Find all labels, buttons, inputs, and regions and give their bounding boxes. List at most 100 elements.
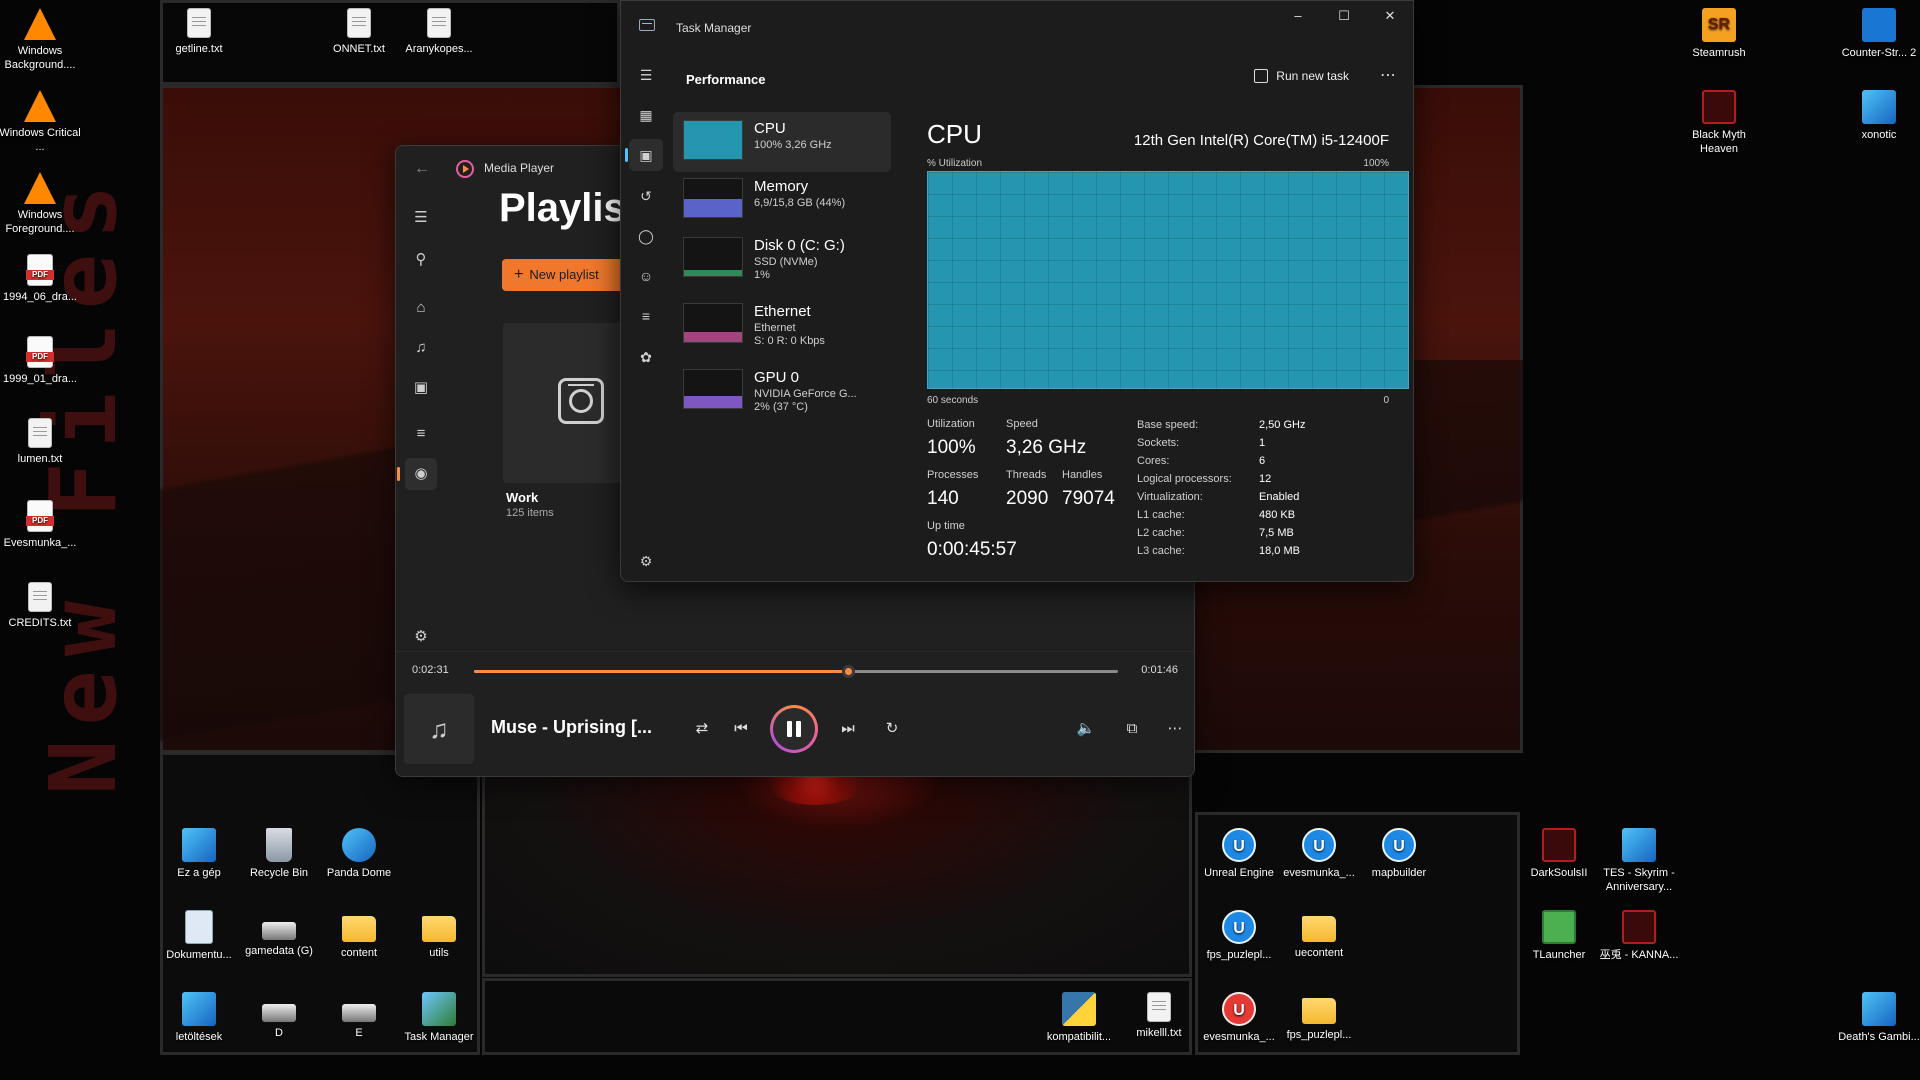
desktop-icon-panda-dome[interactable]: Panda Dome <box>317 828 401 880</box>
desktop-icon-drive-e[interactable]: E <box>317 992 401 1040</box>
desktop-icon-python[interactable]: kompatibilit... <box>1037 992 1121 1044</box>
hamburger-menu-icon[interactable]: ☰ <box>629 59 663 91</box>
desktop-icon-txt[interactable]: Aranykopes... <box>397 8 481 56</box>
desktop-icon-counter-strike[interactable]: Counter-Str... 2 <box>1837 8 1920 60</box>
desktop-icon-fps-zip[interactable]: fps_puzlepl... <box>1277 992 1361 1042</box>
shuffle-icon[interactable]: ⇄ <box>687 714 717 744</box>
more-options-icon[interactable]: ⋯ <box>1380 65 1397 85</box>
desktop-icon-pdf[interactable]: Evesmunka_... <box>0 500 82 550</box>
desktop-icon-unreal-engine[interactable]: U Unreal Engine <box>1197 828 1281 880</box>
settings-gear-icon[interactable]: ⚙ <box>629 546 663 576</box>
drive-icon <box>262 1004 296 1022</box>
desktop-icon-utils[interactable]: utils <box>397 910 481 960</box>
next-track-icon[interactable]: ⏭ <box>833 714 863 744</box>
minimize-icon[interactable]: – <box>1275 1 1321 31</box>
recycle-bin-icon <box>266 828 292 862</box>
spec-value: 12 <box>1259 473 1272 485</box>
desktop-icon-pdf[interactable]: 1999_01_dra... <box>0 336 82 386</box>
desktop-icon-pdf[interactable]: 1994_06_dra... <box>0 254 82 304</box>
repeat-off-icon[interactable]: ↻ <box>877 714 907 744</box>
desktop-icon-deaths-gambit[interactable]: Death's Gambi... <box>1837 992 1920 1044</box>
desktop-icon-skyrim[interactable]: TES - Skyrim - Anniversary... <box>1597 828 1681 894</box>
desktop-icon-dark-souls[interactable]: DarkSoulsII <box>1517 828 1601 880</box>
pause-button[interactable] <box>770 705 818 753</box>
run-new-task-button[interactable]: Run new task <box>1254 69 1349 83</box>
device-item-cpu[interactable]: CPU 100% 3,26 GHz <box>673 112 891 172</box>
search-icon[interactable]: ⚲ <box>405 244 437 276</box>
gpu-mini-graph <box>683 369 743 409</box>
desktop-icon-label: Windows Foreground.... <box>5 209 75 235</box>
volume-icon[interactable]: 🔈 <box>1071 714 1101 744</box>
settings-gear-icon[interactable]: ⚙ <box>405 621 437 653</box>
playlists-icon[interactable]: ◉ <box>397 458 437 490</box>
pdf-icon <box>26 254 54 286</box>
desktop-icon-task-manager[interactable]: Task Manager <box>397 992 481 1044</box>
desktop-icon-this-pc[interactable]: Ez a gép <box>157 828 241 880</box>
elapsed-time: 0:02:31 <box>412 664 449 676</box>
desktop-icon-vlc[interactable]: Windows Critical ... <box>0 90 82 154</box>
desktop-icon-vlc[interactable]: Windows Foreground.... <box>0 172 82 236</box>
text-file-icon <box>28 418 52 448</box>
details-icon[interactable]: ≡ <box>629 300 663 332</box>
desktop-icon-xonotic[interactable]: xonotic <box>1837 90 1920 142</box>
new-playlist-button[interactable]: + New playlist <box>502 259 628 291</box>
desktop-icon-recycle-bin[interactable]: Recycle Bin <box>237 828 321 880</box>
desktop-icon-black-myth[interactable]: Black Myth Heaven <box>1677 90 1761 156</box>
seek-handle[interactable] <box>841 665 855 678</box>
home-icon[interactable]: ⌂ <box>405 292 437 324</box>
desktop-icon-documents[interactable]: Dokumentu... <box>157 910 241 962</box>
title-bar[interactable]: Task Manager – ☐ ✕ <box>621 1 1413 49</box>
nav-rail: ☰ ⚲ ⌂ ♫ ▣ ≡ ◉ <box>396 192 446 636</box>
desktop-icon-uecontent[interactable]: uecontent <box>1277 910 1361 960</box>
desktop-icon-gamedata[interactable]: gamedata (G) <box>237 910 321 958</box>
mini-player-icon[interactable]: ⧉ <box>1117 714 1147 744</box>
desktop-icon-txt[interactable]: mikelll.txt <box>1117 992 1201 1040</box>
desktop-icon-content[interactable]: content <box>317 910 401 960</box>
album-art-music-note-icon[interactable]: ♫ <box>404 694 474 764</box>
desktop-icon-txt[interactable]: getline.txt <box>157 8 241 56</box>
plus-icon: + <box>514 266 524 283</box>
device-name: Disk 0 (C: G:) <box>754 237 845 254</box>
device-stat: 2% (37 °C) <box>754 401 808 413</box>
video-library-icon[interactable]: ▣ <box>405 372 437 404</box>
desktop-icon-kanna[interactable]: 巫兎 - KANNA... <box>1597 910 1681 962</box>
desktop-icon-evesmunka[interactable]: Uevesmunka_... <box>1277 828 1361 880</box>
desktop-icon-evesmunka-red[interactable]: Uevesmunka_... <box>1197 992 1281 1044</box>
processes-icon[interactable]: ▦ <box>629 99 663 131</box>
hamburger-menu-icon[interactable]: ☰ <box>405 202 437 234</box>
device-item-disk[interactable]: Disk 0 (C: G:) SSD (NVMe) 1% <box>673 229 891 289</box>
previous-track-icon[interactable]: ⏮ <box>726 714 756 744</box>
performance-icon[interactable]: ▣ <box>625 139 663 171</box>
maximize-icon[interactable]: ☐ <box>1321 1 1367 31</box>
device-item-ethernet[interactable]: Ethernet Ethernet S: 0 R: 0 Kbps <box>673 295 891 355</box>
desktop-icon-txt[interactable]: lumen.txt <box>0 418 82 466</box>
desktop-icon-tlauncher[interactable]: TLauncher <box>1517 910 1601 962</box>
desktop-icon-label: evesmunka_... <box>1283 867 1355 879</box>
startup-apps-icon[interactable]: ◯ <box>629 220 663 252</box>
desktop-icon-label: Windows Background.... <box>4 45 76 71</box>
device-item-gpu[interactable]: GPU 0 NVIDIA GeForce G... 2% (37 °C) <box>673 361 891 421</box>
device-item-memory[interactable]: Memory 6,9/15,8 GB (44%) <box>673 170 891 230</box>
desktop-icon-txt[interactable]: ONNET.txt <box>317 8 401 56</box>
desktop-icon-vlc[interactable]: Windows Background.... <box>0 8 82 72</box>
spec-key: Logical processors: <box>1137 473 1232 485</box>
now-playing-title[interactable]: Muse - Uprising [... <box>491 717 652 738</box>
play-queue-icon[interactable]: ≡ <box>405 418 437 450</box>
desktop-icon-drive-d[interactable]: D <box>237 992 321 1040</box>
playback-bar: 0:02:31 0:01:46 ♫ Muse - Uprising [... ⇄… <box>396 651 1194 776</box>
users-icon[interactable]: ☺ <box>629 260 663 292</box>
desktop-icon-steamrush[interactable]: SR Steamrush <box>1677 8 1761 60</box>
services-icon[interactable]: ✿ <box>629 341 663 373</box>
desktop-icon-downloads[interactable]: letöltések <box>157 992 241 1044</box>
desktop-icon-mapbuilder[interactable]: Umapbuilder <box>1357 828 1441 880</box>
back-arrow-icon[interactable]: ← <box>408 156 436 182</box>
seek-slider[interactable] <box>474 665 1118 678</box>
spec-value: 18,0 MB <box>1259 545 1300 557</box>
desktop-icon-txt[interactable]: CREDITS.txt <box>0 582 82 630</box>
more-options-icon[interactable]: ⋯ <box>1160 714 1190 744</box>
playlist-name[interactable]: Work <box>506 490 538 505</box>
music-library-icon[interactable]: ♫ <box>405 332 437 364</box>
app-history-icon[interactable]: ↺ <box>629 180 663 212</box>
desktop-icon-fps-puzzle[interactable]: Ufps_puzlepl... <box>1197 910 1281 962</box>
close-icon[interactable]: ✕ <box>1367 1 1413 31</box>
